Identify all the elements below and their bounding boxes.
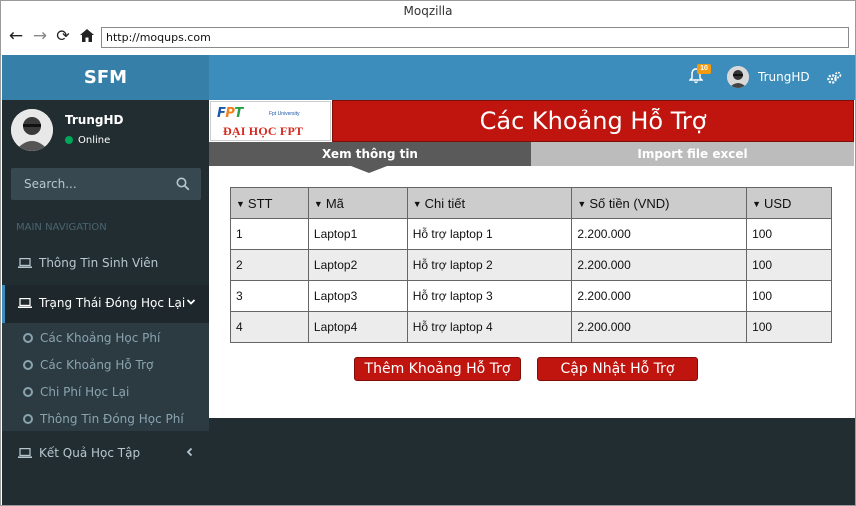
table-row[interactable]: 3 Laptop3 Hỗ trợ laptop 3 2.200.000 100 xyxy=(230,280,832,312)
add-support-button[interactable]: Thêm Khoảng Hỗ Trợ xyxy=(354,357,521,381)
table-cell: 2.200.000 xyxy=(571,218,748,250)
table-cell: Laptop3 xyxy=(307,280,408,312)
table-cell: 100 xyxy=(746,249,832,281)
table-cell: 100 xyxy=(746,218,832,250)
table-cell: Laptop4 xyxy=(307,311,408,343)
sidebar: TrungHD Online MAIN NAVIGATION Thông Tin… xyxy=(2,100,209,505)
browser-toolbar: ← → ⟳ http://moqups.com xyxy=(1,21,855,53)
avatar xyxy=(11,109,53,151)
laptop-icon xyxy=(18,448,32,458)
sidebar-item-payment-status[interactable]: Trạng Thái Đóng Học Lại xyxy=(2,285,209,323)
user-panel: TrungHD Online xyxy=(2,100,209,158)
sidebar-subitem-label: Các Khoảng Hỗ Trợ xyxy=(40,358,154,372)
table-row[interactable]: 4 Laptop4 Hỗ trợ laptop 4 2.200.000 100 xyxy=(230,311,832,343)
circle-icon xyxy=(23,387,33,397)
circle-icon xyxy=(23,414,33,424)
search-icon[interactable] xyxy=(176,177,190,191)
laptop-icon xyxy=(18,258,32,268)
notification-badge: 10 xyxy=(697,64,711,74)
column-header-amount-vnd[interactable]: ▼ Số tiền (VND) xyxy=(571,187,748,219)
logo-small-text: Fpt University xyxy=(269,111,300,117)
column-header-detail[interactable]: ▼ Chi tiết xyxy=(406,187,573,219)
logo-letters: FPT xyxy=(217,106,243,121)
sidebar-subitem-retake-fee[interactable]: Chi Phí Học Lại xyxy=(2,379,209,405)
column-header-stt[interactable]: ▼ STT xyxy=(230,187,309,219)
fpt-university-logo: FPT Fpt University ĐẠI HỌC FPT xyxy=(210,101,331,141)
update-support-button[interactable]: Cập Nhật Hỗ Trợ xyxy=(537,357,698,381)
window-title: Moqzilla xyxy=(403,4,453,18)
chevron-left-icon xyxy=(186,447,193,457)
table-row[interactable]: 1 Laptop1 Hỗ trợ laptop 1 2.200.000 100 xyxy=(230,218,832,250)
table-header-row: ▼ STT ▼ Mã ▼ Chi tiết ▼ Số tiền (VND) ▼ USD xyxy=(230,187,832,219)
sidebar-item-label: Thông Tin Sinh Viên xyxy=(39,256,159,270)
sidebar-subitem-label: Các Khoảng Học Phí xyxy=(40,331,161,345)
sort-arrow-icon: ▼ xyxy=(752,198,761,209)
table-cell: Hỗ trợ laptop 2 xyxy=(406,249,573,281)
sort-arrow-icon: ▼ xyxy=(236,198,245,209)
table-cell: 2.200.000 xyxy=(571,311,748,343)
sidebar-item-results[interactable]: Kết Quả Học Tập xyxy=(2,435,209,471)
user-name: TrungHD xyxy=(758,70,810,84)
status-label: Online xyxy=(78,135,111,146)
table-row[interactable]: 2 Laptop2 Hỗ trợ laptop 2 2.200.000 100 xyxy=(230,249,832,281)
logo-sub-text: ĐẠI HỌC FPT xyxy=(223,124,304,138)
table-cell: 2.200.000 xyxy=(571,249,748,281)
sort-arrow-icon: ▼ xyxy=(412,198,422,209)
table-cell: 2.200.000 xyxy=(571,280,748,312)
sidebar-user-name: TrungHD xyxy=(65,113,124,127)
address-bar[interactable]: http://moqups.com xyxy=(101,27,849,48)
top-navbar: 10 TrungHD xyxy=(209,55,855,100)
status-dot-icon xyxy=(65,136,73,144)
sidebar-item-label: Kết Quả Học Tập xyxy=(39,446,141,460)
back-arrow-icon[interactable]: ← xyxy=(6,25,26,47)
forward-arrow-icon[interactable]: → xyxy=(30,25,50,47)
avatar xyxy=(727,66,749,88)
search-input[interactable] xyxy=(11,168,171,200)
column-header-code[interactable]: ▼ Mã xyxy=(307,187,408,219)
circle-icon xyxy=(23,360,33,370)
circle-icon xyxy=(23,333,33,343)
table-cell: 4 xyxy=(230,311,309,343)
sidebar-search xyxy=(11,168,201,200)
table-cell: Laptop1 xyxy=(307,218,408,250)
app-logo[interactable]: SFM xyxy=(2,55,209,100)
sidebar-item-student-info[interactable]: Thông Tin Sinh Viên xyxy=(2,245,209,281)
tab-import-excel[interactable]: Import file excel xyxy=(531,142,854,166)
table-cell: Hỗ trợ laptop 1 xyxy=(406,218,573,250)
sidebar-subitem-tuition[interactable]: Các Khoảng Học Phí xyxy=(2,325,209,351)
sort-arrow-icon: ▼ xyxy=(577,198,587,209)
sidebar-subitem-support[interactable]: Các Khoảng Hỗ Trợ xyxy=(2,352,209,378)
table-cell: Laptop2 xyxy=(307,249,408,281)
table-cell: Hỗ trợ laptop 4 xyxy=(406,311,573,343)
sort-arrow-icon: ▼ xyxy=(313,198,323,209)
home-icon[interactable] xyxy=(77,25,97,47)
chevron-down-icon xyxy=(186,299,196,305)
content-footer-area xyxy=(209,418,855,505)
table-cell: 3 xyxy=(230,280,309,312)
table-cell: 100 xyxy=(746,311,832,343)
support-table: ▼ STT ▼ Mã ▼ Chi tiết ▼ Số tiền (VND) ▼ USD 1… xyxy=(230,187,832,343)
reload-icon[interactable]: ⟳ xyxy=(53,25,73,47)
sidebar-item-label: Trạng Thái Đóng Học Lại xyxy=(39,296,186,310)
sidebar-submenu: Các Khoảng Học Phí Các Khoảng Hỗ Trợ Chi… xyxy=(2,323,209,431)
tab-view-info[interactable]: Xem thông tin xyxy=(209,142,531,166)
browser-window: Moqzilla ← → ⟳ http://moqups.com SFM 10 … xyxy=(0,0,856,506)
table-cell: Hỗ trợ laptop 3 xyxy=(406,280,573,312)
active-tab-pointer xyxy=(351,166,387,173)
table-cell: 100 xyxy=(746,280,832,312)
table-cell: 1 xyxy=(230,218,309,250)
laptop-icon xyxy=(18,298,32,308)
gears-icon[interactable] xyxy=(826,71,842,85)
main-content: FPT Fpt University ĐẠI HỌC FPT Các Khoản… xyxy=(209,100,855,418)
sidebar-subitem-payment-info[interactable]: Thông Tin Đóng Học Phí xyxy=(2,406,209,432)
online-status: Online xyxy=(65,135,110,146)
sidebar-subitem-label: Chi Phí Học Lại xyxy=(40,385,130,399)
page-title: Các Khoảng Hỗ Trợ xyxy=(332,100,854,142)
column-header-usd[interactable]: ▼ USD xyxy=(746,187,832,219)
sidebar-subitem-label: Thông Tin Đóng Học Phí xyxy=(40,412,184,426)
table-cell: 2 xyxy=(230,249,309,281)
sidebar-section-header: MAIN NAVIGATION xyxy=(16,222,107,233)
